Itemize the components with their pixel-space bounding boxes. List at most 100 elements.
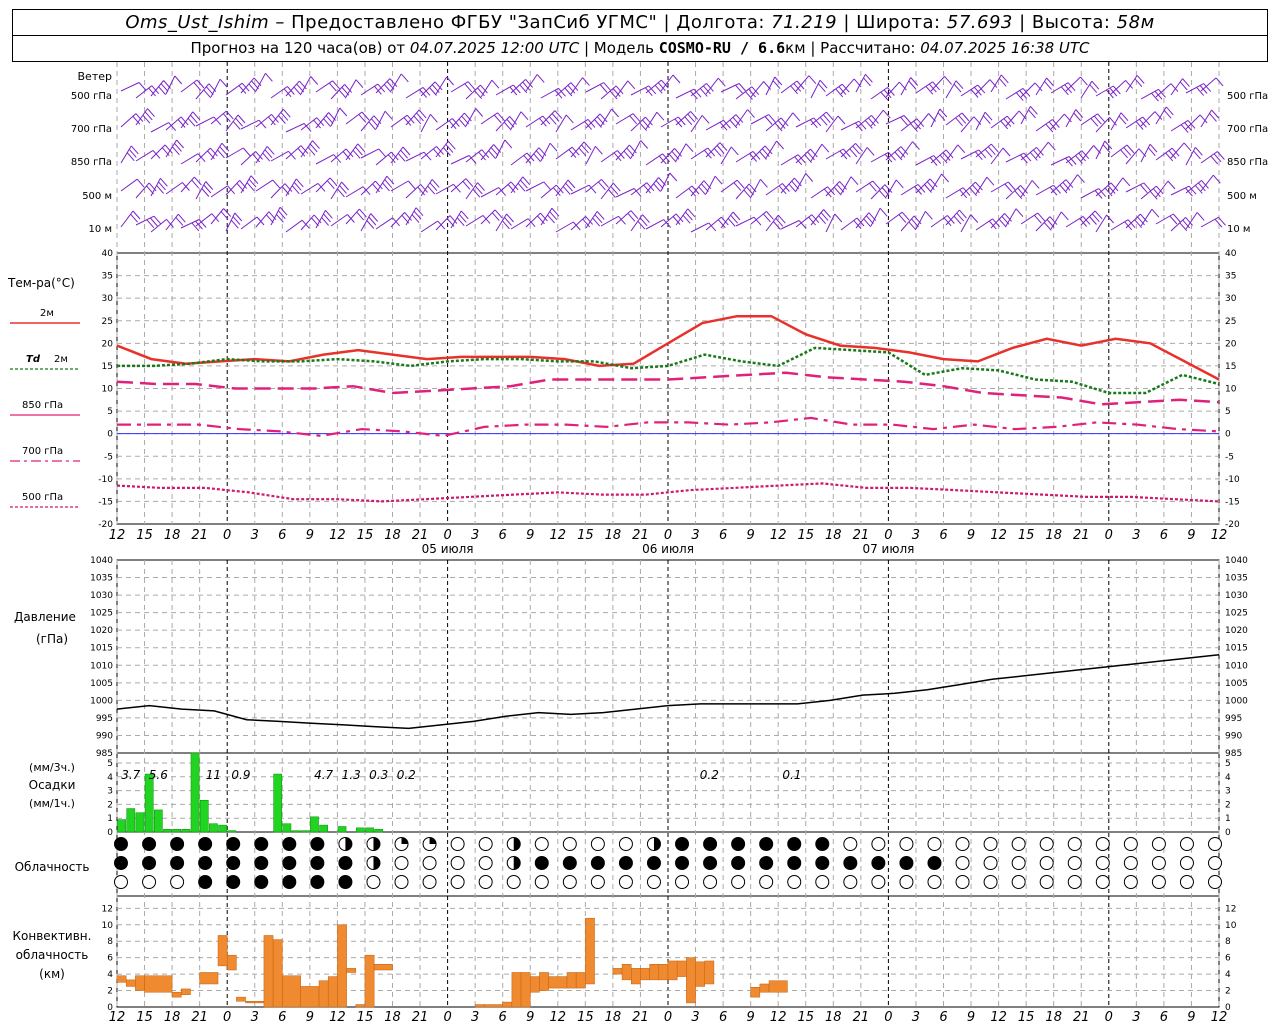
wind-barb xyxy=(360,83,379,96)
wind-barb-feather xyxy=(595,145,603,155)
conv-cloud-bar xyxy=(355,1004,366,1008)
pressure-ytick-left: 1030 xyxy=(90,591,113,601)
cloud-symbol xyxy=(1179,856,1194,870)
cloud-symbol xyxy=(759,837,774,851)
conv-cloud-bar xyxy=(300,986,320,1008)
wind-barb xyxy=(480,112,498,125)
conv-cloud-bar xyxy=(548,976,568,989)
precip-ytick-right: 5 xyxy=(1225,759,1231,769)
precip-total-label: 0.9 xyxy=(231,768,250,782)
wind-barb xyxy=(1080,188,1099,199)
wind-barb xyxy=(780,177,795,194)
cloud-symbol xyxy=(422,875,437,889)
xtick-label: 12 xyxy=(1211,528,1228,543)
cloud-symbol xyxy=(590,837,605,851)
precip-total-label: 0.1 xyxy=(782,768,801,782)
cloud-symbol xyxy=(198,856,213,870)
cloud-symbol xyxy=(506,875,521,889)
cloud-symbol xyxy=(955,856,970,870)
wind-barb-feather xyxy=(627,80,636,90)
wind-barb xyxy=(285,123,305,133)
conv-cloud-bar xyxy=(695,961,705,987)
precip-bar xyxy=(291,830,301,833)
cloud-symbol xyxy=(534,875,549,889)
precip-total-label: 5.6 xyxy=(149,768,168,782)
wind-barb xyxy=(1080,145,1094,162)
wind-barb-feather xyxy=(1064,113,1072,123)
wind-barb xyxy=(375,217,393,230)
xtick-label-bottom: 18 xyxy=(825,1010,842,1024)
xtick-label: 6 xyxy=(719,528,727,543)
wind-barb xyxy=(255,211,270,228)
cloud-symbol xyxy=(114,875,128,889)
wind-barb xyxy=(690,180,705,197)
wind-barb xyxy=(690,222,710,233)
wind-barb xyxy=(705,77,719,95)
precip-bar xyxy=(117,819,126,833)
wind-barb-feather xyxy=(1122,177,1131,187)
temp-ytick-right: 0 xyxy=(1225,430,1231,440)
wind-barb xyxy=(645,177,659,194)
cloud-symbol xyxy=(955,837,970,851)
legend-500-label: 500 гПа xyxy=(22,492,63,503)
cloud-symbol xyxy=(1039,856,1054,870)
pressure-ytick-right: 1020 xyxy=(1225,626,1248,636)
wind-barb xyxy=(975,79,991,95)
wind-barb-feather xyxy=(1018,110,1027,120)
cloud-symbol xyxy=(787,875,802,889)
pressure-ytick-right: 1035 xyxy=(1225,574,1248,584)
conv-cloud-bar xyxy=(373,963,393,971)
legend-td-2m-label: 2м xyxy=(54,354,68,365)
conv-cloud-bar xyxy=(135,975,145,991)
cloud-symbol xyxy=(1123,837,1138,851)
pressure-ytick-right: 985 xyxy=(1225,749,1242,759)
cloud-symbol xyxy=(198,837,213,851)
cloud-symbol-half xyxy=(345,837,352,851)
wind-barb xyxy=(510,176,524,194)
cloud-symbol xyxy=(310,856,325,870)
wind-barb xyxy=(285,178,297,197)
conv-ytick-left: 6 xyxy=(107,954,113,964)
wind-barb xyxy=(510,218,529,230)
wind-barb-feather xyxy=(895,179,904,189)
pressure-ytick-left: 995 xyxy=(96,714,113,724)
wind-barb-feather xyxy=(879,207,888,217)
wind-barb-feather xyxy=(265,72,273,82)
wind-barb-feather xyxy=(941,173,949,183)
conv-cloud-bar xyxy=(658,963,669,981)
xtick-label: 15 xyxy=(357,528,374,543)
precip-total-label: 0.3 xyxy=(369,768,388,782)
wind-barb xyxy=(705,142,721,158)
xtick-label-bottom: 0 xyxy=(664,1010,672,1024)
conv-cloud-bar xyxy=(704,960,715,985)
wind-barb xyxy=(180,153,199,165)
wind-barb xyxy=(420,220,439,233)
wind-barb xyxy=(615,144,630,161)
wind-barb xyxy=(390,212,405,228)
wind-barb xyxy=(120,145,132,164)
cloud-symbol xyxy=(871,856,886,870)
conv-cloud-bar xyxy=(649,963,660,981)
xtick-label-bottom: 6 xyxy=(278,1010,286,1024)
cloud-symbol-half xyxy=(513,856,521,870)
wind-barb xyxy=(390,114,408,128)
conv-title-1: Конвективн. xyxy=(13,929,92,943)
pressure-ytick-left: 985 xyxy=(96,749,113,759)
pressure-ytick-left: 1025 xyxy=(90,609,113,619)
xtick-label-bottom: 6 xyxy=(1160,1010,1168,1024)
conv-ytick-right: 6 xyxy=(1225,954,1231,964)
cloud-symbol xyxy=(534,837,549,851)
cloud-symbol-half xyxy=(373,837,380,851)
wind-barb xyxy=(840,217,858,231)
xtick-label: 21 xyxy=(632,528,649,543)
temperature-legend: 2м Td 2м 850 гПа 700 гПа 500 гПа xyxy=(10,308,80,508)
pressure-ytick-left: 1010 xyxy=(90,661,113,671)
cloud-symbol xyxy=(703,837,718,851)
wind-barb-feather xyxy=(986,176,995,186)
conv-ytick-right: 2 xyxy=(1225,987,1231,997)
wind-barb-feather xyxy=(656,111,665,121)
wind-barb-feather xyxy=(565,114,574,124)
conv-title-2: облачность xyxy=(16,948,89,962)
wind-barb-feather xyxy=(384,110,393,120)
pressure-ytick-left: 1035 xyxy=(90,574,113,584)
